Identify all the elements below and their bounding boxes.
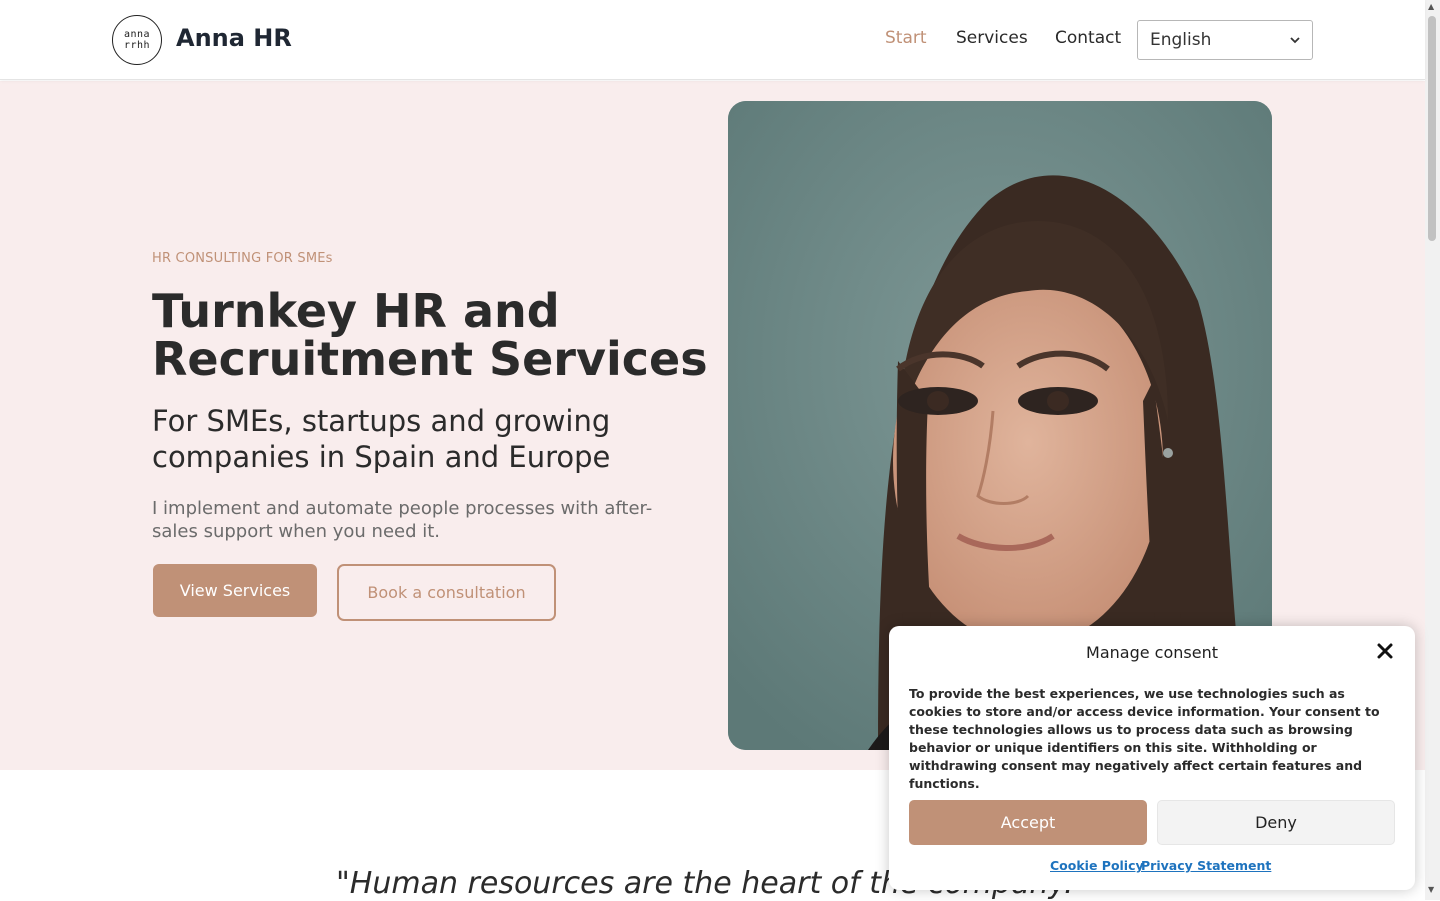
language-select-value: English bbox=[1150, 30, 1212, 50]
nav-contact[interactable]: Contact bbox=[1055, 28, 1121, 48]
brand-name[interactable]: Anna HR bbox=[176, 24, 292, 52]
chevron-down-icon bbox=[1290, 36, 1300, 43]
nav-start[interactable]: Start bbox=[885, 28, 927, 48]
site-header: anna rrhh Anna HR Start Services Contact… bbox=[0, 0, 1425, 80]
view-services-button[interactable]: View Services bbox=[153, 564, 317, 617]
logo-text-bottom: rrhh bbox=[123, 40, 151, 51]
privacy-statement-link[interactable]: Privacy Statement bbox=[1141, 858, 1271, 873]
scroll-down-icon[interactable]: ▼ bbox=[1428, 885, 1434, 894]
scrollbar-thumb[interactable] bbox=[1428, 16, 1436, 241]
logo-text-top: anna bbox=[123, 29, 151, 40]
scroll-up-icon[interactable]: ▲ bbox=[1428, 2, 1434, 11]
nav-services[interactable]: Services bbox=[956, 28, 1028, 48]
book-consultation-button[interactable]: Book a consultation bbox=[337, 564, 556, 621]
deny-button[interactable]: Deny bbox=[1157, 800, 1395, 845]
hero-subtitle: For SMEs, startups and growing companies… bbox=[152, 404, 611, 474]
hero-title: Turnkey HR and Recruitment Services bbox=[152, 284, 708, 386]
logo[interactable]: anna rrhh bbox=[112, 15, 162, 65]
accept-button[interactable]: Accept bbox=[909, 800, 1147, 845]
close-icon[interactable] bbox=[1374, 640, 1396, 662]
consent-dialog: Manage consent To provide the best exper… bbox=[889, 626, 1415, 890]
cookie-policy-link[interactable]: Cookie Policy bbox=[1050, 858, 1144, 873]
consent-body: To provide the best experiences, we use … bbox=[909, 686, 1380, 791]
language-select[interactable]: English bbox=[1137, 20, 1313, 60]
consent-title: Manage consent bbox=[1086, 643, 1218, 662]
hero-lead: I implement and automate people processe… bbox=[152, 498, 653, 542]
hero-eyebrow: HR CONSULTING FOR SMEs bbox=[152, 251, 333, 266]
